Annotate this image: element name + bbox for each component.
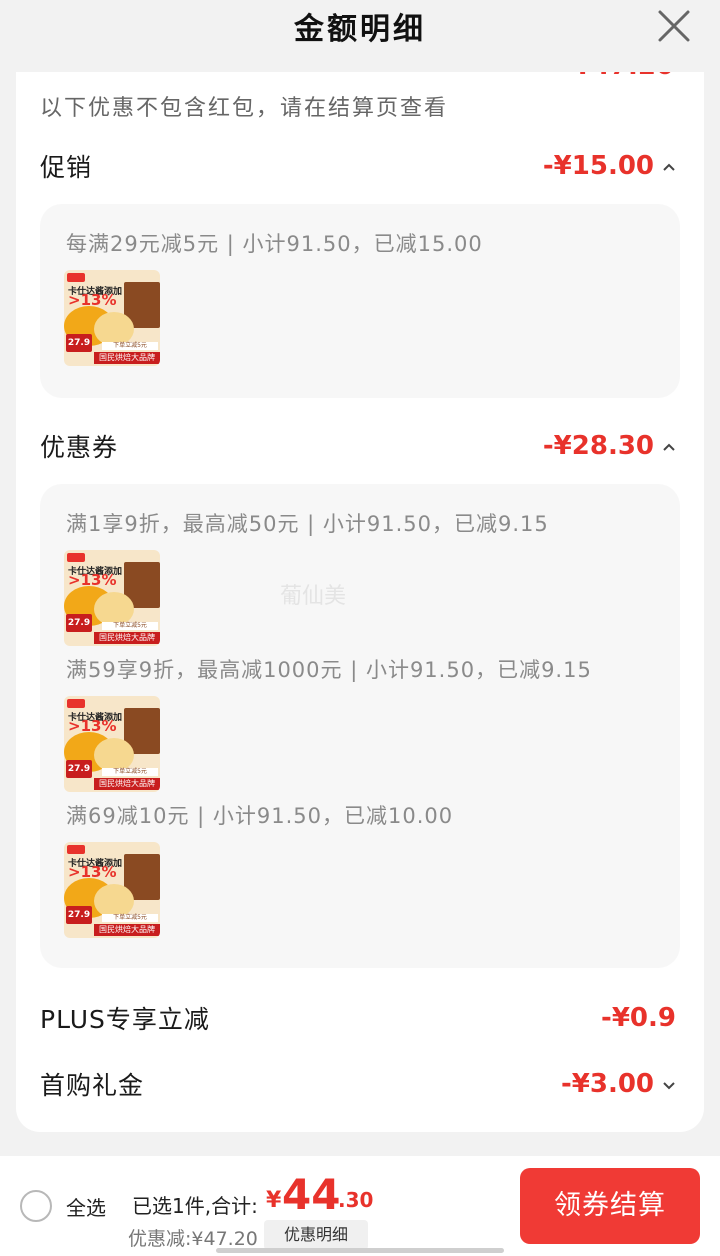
checkout-bar: 全选 已选1件,合计: ¥ 44 .30 优惠减:¥47.20 优惠明细 领券结… (0, 1156, 720, 1256)
coupon-rule: 满1享9折，最高减50元 | 小计91.50，已减9.15 (66, 512, 549, 536)
product-thumbnail[interactable]: 卡仕达酱添加 >13% 27.9 下单立减5元 国民烘焙大品牌 (64, 270, 160, 366)
selected-count-text: 已选1件,合计: (132, 1194, 258, 1218)
plus-discount-label: PLUS专享立减 (40, 1005, 210, 1034)
modal-header: 金额明细 (0, 0, 720, 72)
coupon-card: 满1享9折，最高减50元 | 小计91.50，已减9.15 卡仕达酱添加 >13… (40, 484, 680, 968)
product-thumbnail[interactable]: 卡仕达酱添加 >13% 27.9 下单立减5元 国民烘焙大品牌 (64, 550, 160, 646)
coupon-rule: 满69减10元 | 小计91.50，已减10.00 (66, 804, 454, 828)
coupon-rule: 满59享9折，最高减1000元 | 小计91.50，已减9.15 (66, 658, 592, 682)
first-buy-row[interactable]: 首购礼金 -¥3.00 (40, 1062, 676, 1106)
discount-summary: 优惠减:¥47.20 (128, 1228, 258, 1250)
promotion-label: 促销 (40, 153, 93, 182)
checkout-button[interactable]: 领券结算 (520, 1168, 700, 1244)
red-packet-notice: 以下优惠不包含红包，请在结算页查看 (40, 96, 449, 121)
close-icon[interactable] (656, 8, 692, 44)
promotion-amount: -¥15.00 (542, 151, 654, 181)
coupon-row[interactable]: 优惠券 -¥28.30 (40, 424, 676, 468)
brand-logo (67, 845, 85, 854)
modal-title: 金额明细 (294, 12, 426, 47)
select-all-radio[interactable] (20, 1190, 52, 1222)
chevron-up-icon[interactable] (662, 159, 676, 173)
amount-detail-panel: -¥47.20 以下优惠不包含红包，请在结算页查看 促销 -¥15.00 每满2… (16, 40, 704, 1132)
total-amount-integer: 44 (282, 1170, 341, 1219)
promotion-rule: 每满29元减5元 | 小计91.50，已减15.00 (66, 232, 483, 256)
brand-logo (67, 699, 85, 708)
watermark: 葡仙美 (280, 584, 347, 609)
promotion-card: 每满29元减5元 | 小计91.50，已减15.00 卡仕达酱添加 >13% 2… (40, 204, 680, 398)
brand-logo (67, 553, 85, 562)
coupon-amount: -¥28.30 (542, 431, 654, 461)
product-thumbnail[interactable]: 卡仕达酱添加 >13% 27.9 下单立减5元 国民烘焙大品牌 (64, 842, 160, 938)
brand-logo (67, 273, 85, 282)
first-buy-label: 首购礼金 (40, 1071, 145, 1100)
plus-discount-amount: -¥0.9 (601, 1003, 676, 1033)
plus-discount-row: PLUS专享立减 -¥0.9 (40, 996, 676, 1040)
promotion-row[interactable]: 促销 -¥15.00 (40, 144, 676, 188)
discount-detail-button[interactable]: 优惠明细 (264, 1220, 368, 1250)
chevron-up-icon[interactable] (662, 439, 676, 453)
select-all-label[interactable]: 全选 (66, 1192, 106, 1221)
total-amount-decimal: .30 (338, 1188, 374, 1212)
chevron-down-icon[interactable] (662, 1077, 676, 1091)
coupon-label: 优惠券 (40, 433, 119, 462)
home-indicator (216, 1248, 504, 1253)
first-buy-amount: -¥3.00 (560, 1069, 654, 1099)
total-currency: ¥ (266, 1188, 282, 1213)
product-thumbnail[interactable]: 卡仕达酱添加 >13% 27.9 下单立减5元 国民烘焙大品牌 (64, 696, 160, 792)
